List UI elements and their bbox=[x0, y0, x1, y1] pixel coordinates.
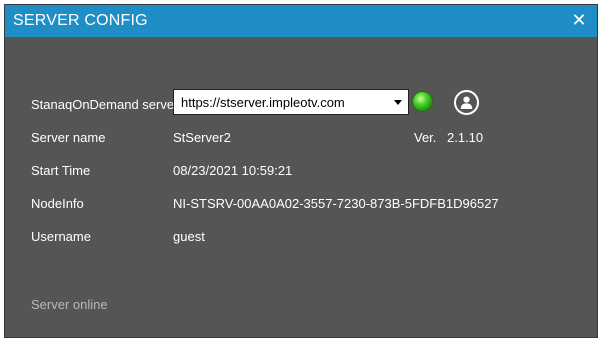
status-text: Server online bbox=[31, 297, 108, 312]
start-time-label: Start Time bbox=[31, 163, 91, 178]
server-label: StanaqOnDemand server bbox=[31, 97, 179, 112]
username-value: guest bbox=[173, 229, 205, 244]
chevron-down-icon bbox=[394, 100, 402, 105]
version-label: Ver. bbox=[414, 130, 437, 145]
server-url-dropdown[interactable]: https://stserver.impleotv.com bbox=[173, 89, 409, 115]
dialog-title: SERVER CONFIG bbox=[13, 12, 148, 29]
server-name-label: Server name bbox=[31, 130, 106, 145]
server-config-dialog: SERVER CONFIG ✕ StanaqOnDemand server ht… bbox=[4, 4, 598, 338]
nodeinfo-label: NodeInfo bbox=[31, 196, 84, 211]
start-time-value: 08/23/2021 10:59:21 bbox=[173, 163, 293, 178]
user-icon[interactable] bbox=[454, 90, 479, 115]
server-url-value: https://stserver.impleotv.com bbox=[181, 95, 345, 110]
close-icon[interactable]: ✕ bbox=[569, 9, 589, 31]
server-name-value: StServer2 bbox=[173, 130, 231, 145]
username-label: Username bbox=[31, 229, 91, 244]
title-bar: SERVER CONFIG ✕ bbox=[5, 5, 597, 37]
nodeinfo-value: NI-STSRV-00AA0A02-3557-7230-873B-5FDFB1D… bbox=[173, 196, 499, 211]
status-led-icon bbox=[413, 92, 432, 111]
version-value: 2.1.10 bbox=[447, 130, 484, 145]
